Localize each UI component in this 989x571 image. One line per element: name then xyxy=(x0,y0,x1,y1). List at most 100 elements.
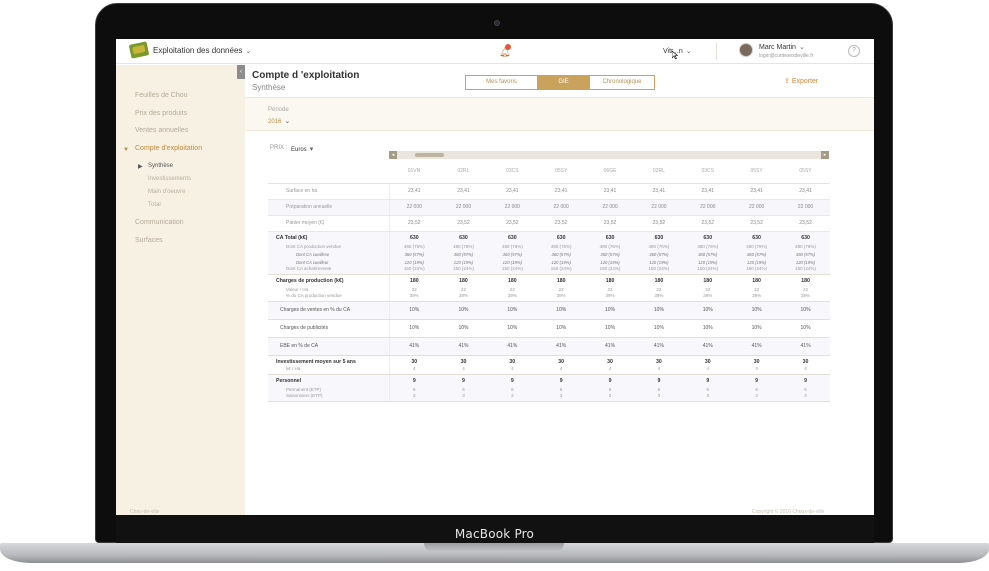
table-cell: 23,52 xyxy=(536,215,586,232)
help-icon[interactable]: ? xyxy=(848,45,860,57)
table-cell: 22 xyxy=(558,286,564,292)
avatar[interactable] xyxy=(739,43,753,57)
table-cell: 360 (57%) xyxy=(781,250,830,258)
sidebar-item-surfaces[interactable]: Surfaces xyxy=(135,237,163,244)
table-cell: 10% xyxy=(634,301,684,320)
sidebar-item-prix[interactable]: Prix des produits xyxy=(135,110,187,117)
table-cell: 480 (76%) xyxy=(683,242,733,250)
scrollbar-thumb[interactable] xyxy=(415,153,444,157)
chevron-down-icon: ⌄ xyxy=(685,48,692,55)
tab-chronologique[interactable]: Chronologique xyxy=(590,76,654,89)
sidebar-subitem-main-oeuvre[interactable]: Main d'oeuvre xyxy=(148,189,186,195)
sidebar-item-compte[interactable]: Compte d'exploitation xyxy=(135,145,202,152)
table-cell: 4 xyxy=(388,366,440,375)
table-cell: 23,52 xyxy=(634,215,684,232)
sidebar-subitem-investissements[interactable]: Investissements xyxy=(148,176,191,182)
table-cell: 10% xyxy=(487,319,537,338)
table-cell: 9 xyxy=(487,374,537,385)
table-cell: 30 xyxy=(388,355,440,366)
table-cell: 360 (57%) xyxy=(536,250,586,258)
table-cell: 6 xyxy=(536,385,586,393)
price-select[interactable]: Euros ▾ xyxy=(291,145,313,153)
table-row: EBE en % de CA 41% 41% 41% 41% 41% 41% 41% 41% 41… xyxy=(268,337,830,356)
sidebar-item-communication[interactable]: Communication xyxy=(135,219,184,226)
page-subtitle: Synthèse xyxy=(252,83,286,92)
table-cell: 9 xyxy=(439,374,488,385)
page-title: Compte d 'exploitation xyxy=(252,70,360,81)
table-cell: 10% xyxy=(781,319,830,338)
table-cell: 41% xyxy=(536,337,586,356)
table-cell: 630 xyxy=(439,231,488,242)
table-cell: 10% xyxy=(781,301,830,320)
table-cell: 180 xyxy=(459,278,468,285)
table-cell: 22 000 xyxy=(683,199,733,216)
laptop-frame: Exploitation des données⌄ 🔔︎ Vitr...n⌄ M… xyxy=(0,0,989,571)
table-cell: 23,52 xyxy=(585,215,635,232)
scroll-right-icon[interactable]: ▸ xyxy=(821,151,829,159)
table-cell: 22 000 xyxy=(732,199,782,216)
row-label: Charges de publicités xyxy=(268,319,389,338)
table-cell: 3 xyxy=(732,393,782,402)
table-cell: 630 xyxy=(585,231,635,242)
export-button[interactable]: ⇪ Exporter xyxy=(784,77,818,85)
table-cell: 39% xyxy=(536,293,586,302)
table-cell: 120 (19%) xyxy=(781,258,830,266)
row-label: EBE en % de CA xyxy=(268,337,389,356)
table-cell: 480 (76%) xyxy=(388,242,440,250)
table-cell: 41% xyxy=(487,337,537,356)
row-label: Saisonniers (ETP) xyxy=(268,393,389,402)
table-row: Dont CA production vendue 480 (76%) 480 (7… xyxy=(268,242,830,250)
table-cell: 30 xyxy=(558,359,565,366)
column-header: 02RL xyxy=(439,159,488,184)
period-select[interactable]: 2016 ⌄ xyxy=(268,117,290,125)
table-cell: 10% xyxy=(388,319,440,338)
table-cell: 23,41 xyxy=(683,183,733,200)
table-cell: 39% xyxy=(732,293,782,302)
table-cell: 22 000 xyxy=(439,199,488,216)
scroll-left-icon[interactable]: ◂ xyxy=(389,151,397,159)
table-cell: 4 xyxy=(781,366,830,375)
sidebar-subitem-total[interactable]: Total xyxy=(148,202,161,208)
notification-badge xyxy=(505,44,511,50)
tab-favoris[interactable]: Mes favoris xyxy=(466,76,538,89)
table-cell: 9 xyxy=(781,374,830,385)
table-cell: 360 (57%) xyxy=(683,250,733,258)
top-bar: Exploitation des données⌄ 🔔︎ Vitr...n⌄ M… xyxy=(116,39,874,64)
table-cell: 150 (24%) xyxy=(634,266,684,275)
caret-right-icon: ▶ xyxy=(138,164,143,170)
screen: Exploitation des données⌄ 🔔︎ Vitr...n⌄ M… xyxy=(116,39,874,515)
row-label: Surface en ha xyxy=(268,183,389,200)
row-label: Valeur / Ha xyxy=(286,286,309,292)
table-row: % du CA production vendue 39% 39% 39% 39% 39%… xyxy=(268,293,830,302)
table-cell: 10% xyxy=(732,319,782,338)
column-header: 01VN xyxy=(389,159,440,184)
table-cell: 9 xyxy=(683,374,733,385)
sidebar-item-ventes[interactable]: Ventes annuelles xyxy=(135,127,188,134)
table-cell: 180 xyxy=(556,278,566,285)
mouse-cursor-icon xyxy=(672,51,678,59)
table-cell: 41% xyxy=(732,337,782,356)
table-cell: 120 (19%) xyxy=(487,258,537,266)
horizontal-scrollbar[interactable]: ◂ ▸ xyxy=(389,151,829,159)
table-cell: 10% xyxy=(536,319,586,338)
table-cell: 3 xyxy=(388,393,440,402)
collapse-sidebar-button[interactable]: ‹ xyxy=(237,65,245,79)
table-cell: 480 (76%) xyxy=(487,242,537,250)
table-cell: 4 xyxy=(439,366,488,375)
app-menu[interactable]: Exploitation des données ⌄ xyxy=(153,46,251,55)
sidebar-subitem-synthese[interactable]: Synthèse xyxy=(148,163,173,169)
user-menu[interactable]: Marc Martin ⌄ xyxy=(759,43,805,51)
table-cell: 3 xyxy=(536,393,586,402)
table-cell: 4 xyxy=(487,366,537,375)
table-cell: 3 xyxy=(781,393,830,402)
sidebar-item-feuilles[interactable]: Feuilles de Chou xyxy=(135,92,188,99)
period-band xyxy=(245,98,874,131)
table-cell: 180 xyxy=(654,278,664,285)
column-header: 05SY xyxy=(536,159,586,184)
table-cell: 180 xyxy=(388,274,440,285)
table-cell: 22 xyxy=(705,286,711,292)
view-tabs: Mes favoris GIE Chronologique xyxy=(465,75,655,90)
column-header: 02RL xyxy=(634,159,684,184)
tab-gie[interactable]: GIE xyxy=(538,76,590,89)
table-cell: 180 xyxy=(507,278,517,285)
